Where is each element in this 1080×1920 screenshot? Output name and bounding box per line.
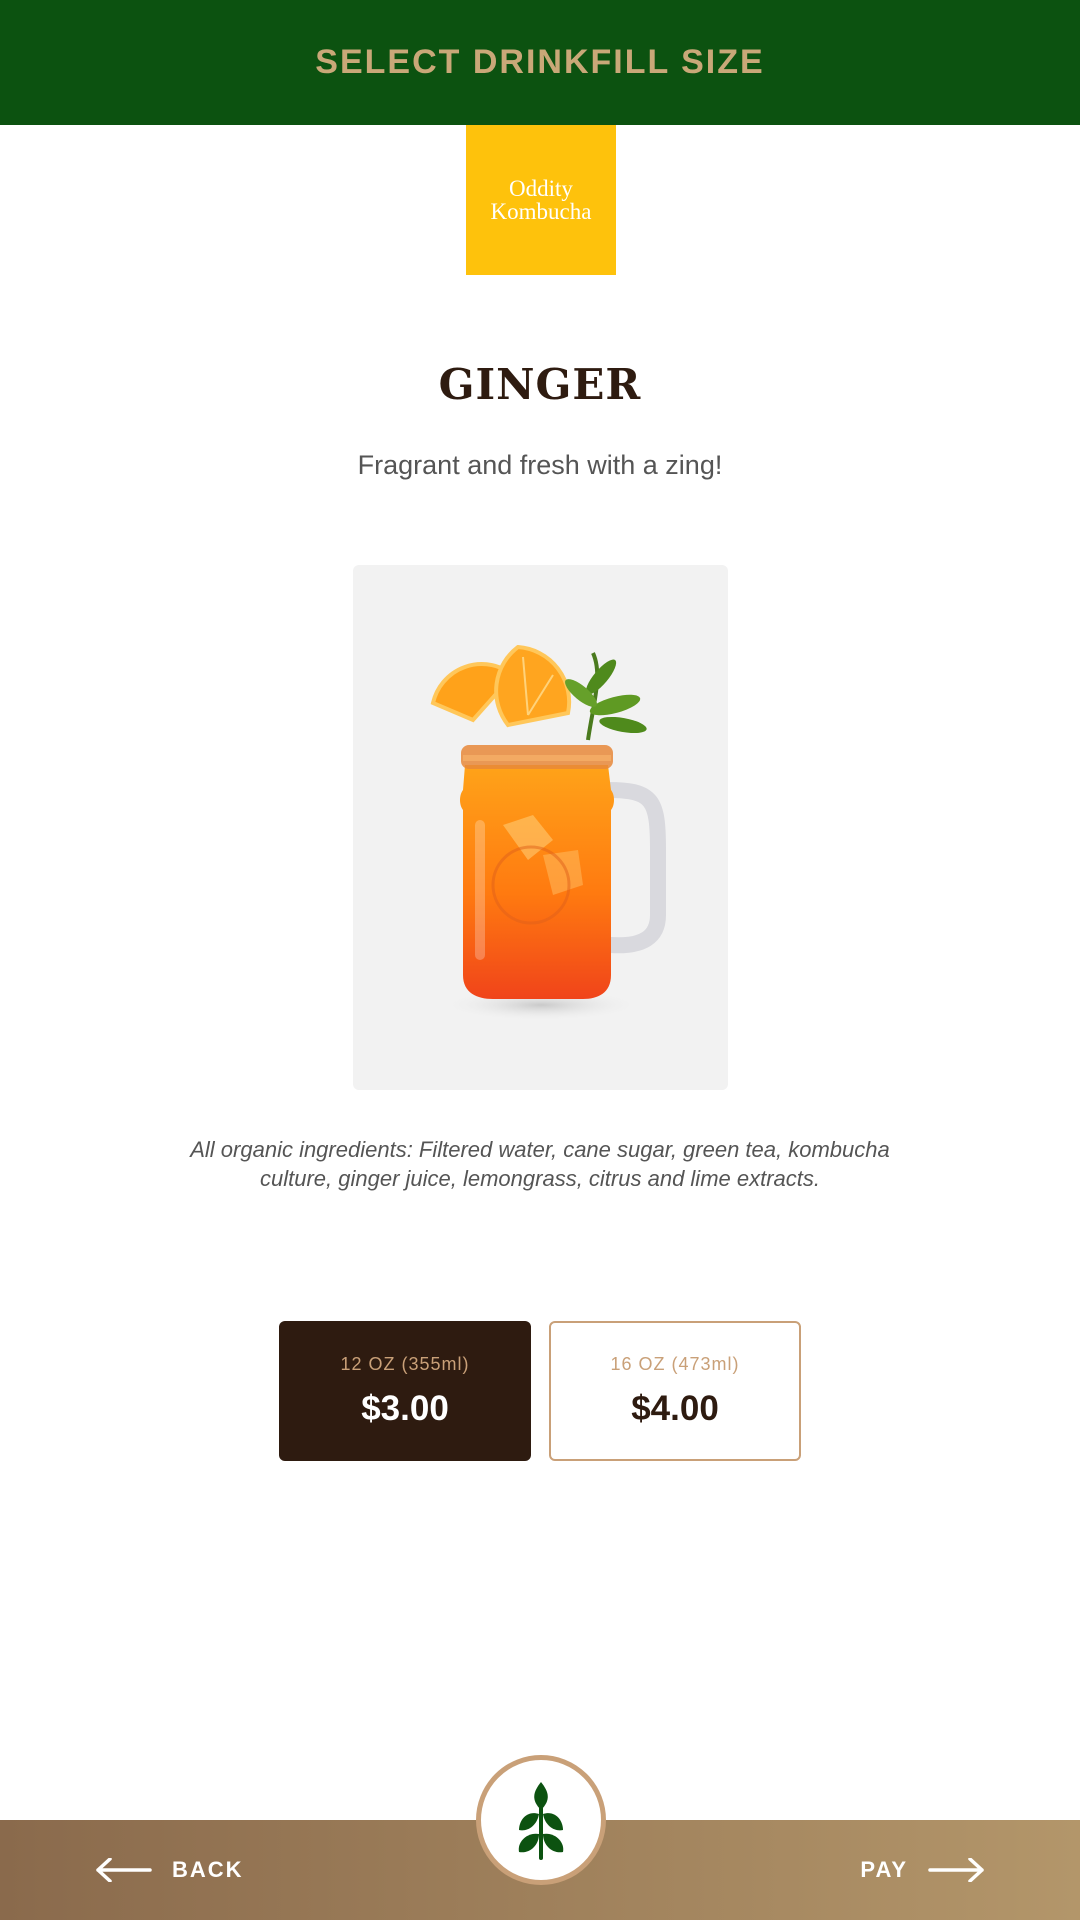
product-name: GINGER xyxy=(438,360,642,409)
size-label: 12 OZ (355ml) xyxy=(340,1353,470,1374)
back-button[interactable]: BACK xyxy=(96,1820,244,1920)
size-label: 16 OZ (473ml) xyxy=(610,1353,740,1374)
product-tagline: Fragrant and fresh with a zing! xyxy=(357,450,723,480)
size-option-12oz[interactable]: 12 OZ (355ml) $3.00 xyxy=(279,1321,531,1461)
size-price: $4.00 xyxy=(631,1388,719,1428)
pay-label: PAY xyxy=(860,1857,908,1882)
logo-line-2: Kombucha xyxy=(490,199,592,224)
header-bar: SELECT DRINKFILL SIZE xyxy=(0,0,1080,125)
arrow-left-icon xyxy=(96,1858,152,1882)
size-option-16oz[interactable]: 16 OZ (473ml) $4.00 xyxy=(549,1321,801,1461)
product-image xyxy=(353,565,728,1090)
drink-jar-illustration xyxy=(430,644,666,1021)
arrow-right-icon xyxy=(928,1858,984,1882)
logo-line-1: Oddity xyxy=(509,176,573,201)
brand-badge xyxy=(476,1755,606,1885)
back-label: BACK xyxy=(172,1857,244,1882)
ingredients-text: All organic ingredients: Filtered water,… xyxy=(190,1137,890,1191)
leaf-icon xyxy=(518,1782,564,1860)
pay-button[interactable]: PAY xyxy=(860,1820,984,1920)
size-price: $3.00 xyxy=(361,1388,449,1428)
page-title: SELECT DRINKFILL SIZE xyxy=(315,43,765,81)
brand-logo: Oddity Kombucha xyxy=(466,125,616,275)
